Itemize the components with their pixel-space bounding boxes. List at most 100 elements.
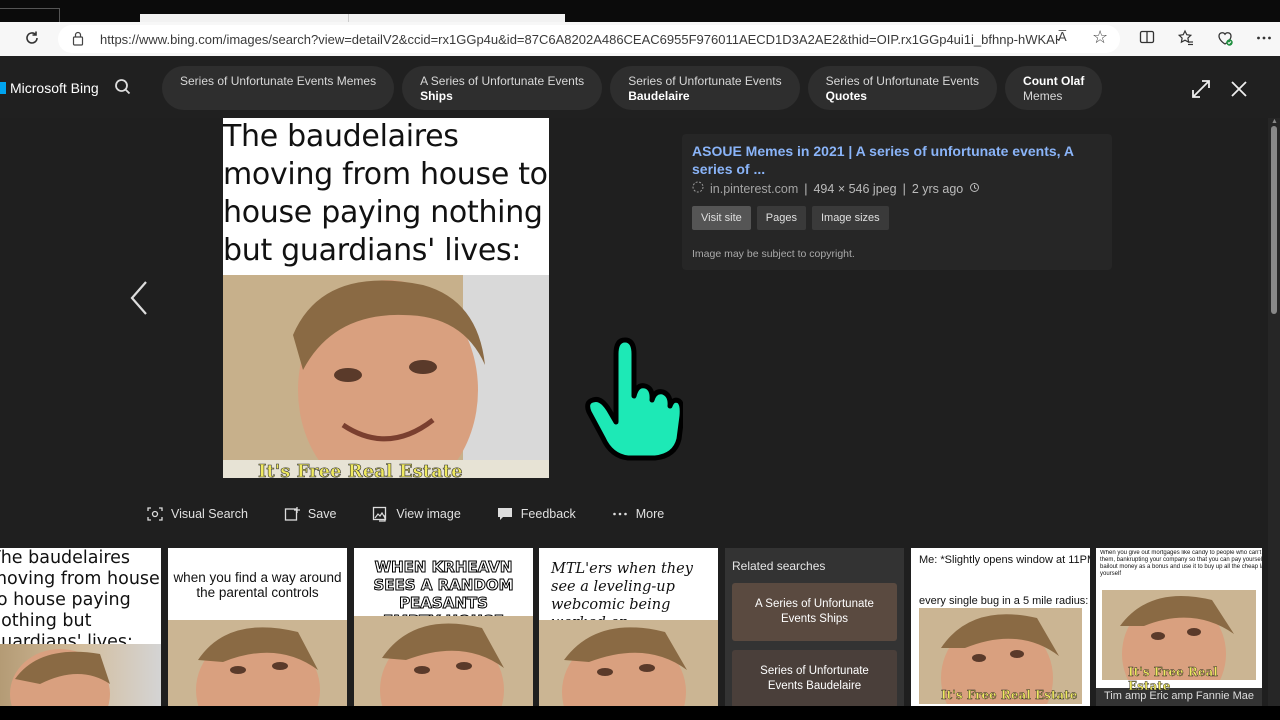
chip-label-bold: Count Olaf xyxy=(1023,74,1085,88)
chip-memes[interactable]: Series of Unfortunate Events Memes xyxy=(162,66,395,110)
previous-image-arrow-icon[interactable] xyxy=(128,280,150,316)
source-site-icon xyxy=(692,181,704,196)
copyright-notice: Image may be subject to copyright. xyxy=(692,248,855,260)
chip-label: Memes xyxy=(1023,89,1063,103)
thumbnail-1[interactable]: The baudelaires moving from house to hou… xyxy=(0,548,161,706)
related-searches-panel: Related searches A Series of Unfortunate… xyxy=(725,548,904,708)
chip-label-bold: Baudelaire xyxy=(628,89,690,103)
meta-separator: | xyxy=(804,181,808,196)
save-button[interactable]: Save xyxy=(284,506,337,522)
chip-quotes[interactable]: Series of Unfortunate Events Quotes xyxy=(807,66,998,110)
meta-separator: | xyxy=(902,181,906,196)
thumbnail-5[interactable]: Me: *Slightly opens window at 11PM every… xyxy=(911,548,1090,706)
related-chips: Series of Unfortunate Events Memes A Ser… xyxy=(162,66,1103,110)
thumbnail-caption-mid: every single bug in a 5 mile radius: xyxy=(919,595,1089,607)
related-searches-heading: Related searches xyxy=(732,559,826,573)
reload-icon[interactable] xyxy=(22,29,42,49)
action-label: More xyxy=(635,507,665,521)
browser-toolbar: https://www.bing.com/images/search?view=… xyxy=(0,22,1280,56)
image-age: 2 yrs ago xyxy=(911,181,964,196)
read-aloud-icon[interactable]: A̅ xyxy=(1058,29,1067,44)
image-dimensions: 494 × 546 jpeg xyxy=(813,181,897,196)
thumbnail-4[interactable]: MTL'ers when they see a leveling-up webc… xyxy=(539,548,718,706)
meme-photo: It's Free Real Estate xyxy=(223,275,549,478)
chip-label-bold: Ships xyxy=(420,89,453,103)
feedback-button[interactable]: Feedback xyxy=(497,506,576,522)
url-text[interactable]: https://www.bing.com/images/search?view=… xyxy=(100,32,1060,47)
thumbnail-photo xyxy=(539,620,718,706)
more-icon xyxy=(612,506,628,522)
image-info-card: ASOUE Memes in 2021 | A series of unfort… xyxy=(682,134,1112,270)
save-icon xyxy=(284,506,300,522)
bing-logo[interactable]: Microsoft Bing xyxy=(0,80,99,96)
info-buttons: Visit site Pages Image sizes xyxy=(692,206,889,230)
pages-button[interactable]: Pages xyxy=(756,206,806,230)
action-label: Feedback xyxy=(520,507,576,521)
scroll-up-icon[interactable]: ▲ xyxy=(1271,118,1278,125)
bottom-bar xyxy=(0,706,1280,720)
related-search-item[interactable]: Series of Unfortunate Events Baudelaire xyxy=(732,650,897,708)
search-icon[interactable] xyxy=(110,74,136,100)
chip-label: Series of Unfortunate Events xyxy=(825,74,980,88)
bing-logo-mark xyxy=(0,82,6,94)
source-link[interactable]: in.pinterest.com xyxy=(710,182,798,196)
feedback-icon xyxy=(497,506,513,522)
chip-label: Series of Unfortunate Events Memes xyxy=(180,74,377,88)
history-icon xyxy=(969,182,980,196)
thumbnail-photo xyxy=(0,644,161,706)
scrollbar-thumb[interactable] xyxy=(1271,126,1277,314)
chip-label: A Series of Unfortunate Events xyxy=(420,74,585,88)
thumbnail-3[interactable]: WHEN KRHEAVN SEES A RANDOM PEASANTS EMPT… xyxy=(354,548,533,706)
action-bar: Visual Search Save View image Feedback M… xyxy=(147,506,664,522)
thumbnail-title: Tim amp Eric amp Fannie Mae xyxy=(1104,690,1254,702)
bing-logo-text: Microsoft Bing xyxy=(10,80,99,96)
chip-baudelaire[interactable]: Series of Unfortunate Events Baudelaire xyxy=(610,66,800,110)
pointer-hand-icon xyxy=(583,334,685,464)
extensions-icon[interactable] xyxy=(1215,29,1235,49)
thumbnail-photo xyxy=(354,616,533,706)
main-image[interactable]: The baudelaires moving from house to hou… xyxy=(223,118,549,478)
thumbnail-caption: When you give out mortgages like candy t… xyxy=(1100,550,1262,577)
thumbnail-caption: when you find a way around the parental … xyxy=(173,570,342,600)
thumbnail-overlay-text: It's Free Real Estate xyxy=(941,688,1078,702)
menu-icon[interactable] xyxy=(1254,29,1274,49)
view-image-icon xyxy=(372,506,388,522)
image-meta: in.pinterest.com | 494 × 546 jpeg | 2 yr… xyxy=(692,181,980,196)
visual-search-button[interactable]: Visual Search xyxy=(147,506,248,522)
visual-search-icon xyxy=(147,506,163,522)
chip-count-olaf[interactable]: Count Olaf Memes xyxy=(1005,66,1103,110)
tab-bar[interactable] xyxy=(140,14,565,22)
svg-text:It's Free Real Estate: It's Free Real Estate xyxy=(258,461,463,478)
chip-ships[interactable]: A Series of Unfortunate Events Ships xyxy=(402,66,603,110)
expand-icon[interactable] xyxy=(1190,78,1212,100)
tab-strip xyxy=(0,0,1280,22)
chip-label: Series of Unfortunate Events xyxy=(628,74,782,88)
view-image-button[interactable]: View image xyxy=(372,506,461,522)
action-label: Visual Search xyxy=(171,507,248,521)
favorites-icon[interactable] xyxy=(1176,29,1196,49)
thumbnail-strip: The baudelaires moving from house to hou… xyxy=(0,548,1280,708)
image-title-link[interactable]: ASOUE Memes in 2021 | A series of unfort… xyxy=(692,142,1104,178)
related-search-item[interactable]: A Series of Unfortunate Events Ships xyxy=(732,583,897,641)
thumbnail-overlay-text: It's Free Real Estate xyxy=(1128,665,1218,693)
page-scrollbar[interactable]: ▲ xyxy=(1268,118,1280,706)
split-screen-icon[interactable] xyxy=(1137,29,1157,49)
tab-edge xyxy=(0,8,60,22)
address-bar[interactable]: https://www.bing.com/images/search?view=… xyxy=(58,25,1120,53)
thumbnail-2[interactable]: when you find a way around the parental … xyxy=(168,548,347,706)
favorite-star-icon[interactable]: ☆ xyxy=(1092,27,1108,48)
more-button[interactable]: More xyxy=(612,506,664,522)
action-label: Save xyxy=(307,507,337,521)
visit-site-button[interactable]: Visit site xyxy=(692,206,751,230)
thumbnail-6[interactable]: When you give out mortgages like candy t… xyxy=(1096,548,1262,706)
thumbnail-caption: The baudelaires moving from house to hou… xyxy=(0,548,160,652)
close-icon[interactable] xyxy=(1228,78,1250,100)
viewer-header: Microsoft Bing Series of Unfortunate Eve… xyxy=(0,56,1280,118)
browser-window: https://www.bing.com/images/search?view=… xyxy=(0,0,1280,720)
image-sizes-button[interactable]: Image sizes xyxy=(811,206,889,230)
bing-image-viewer: Microsoft Bing Series of Unfortunate Eve… xyxy=(0,56,1280,708)
meme-caption: The baudelaires moving from house to hou… xyxy=(223,119,548,268)
thumbnail-caption-top: Me: *Slightly opens window at 11PM xyxy=(919,554,1090,566)
thumbnail-photo xyxy=(168,620,347,706)
lock-icon[interactable] xyxy=(72,31,84,46)
